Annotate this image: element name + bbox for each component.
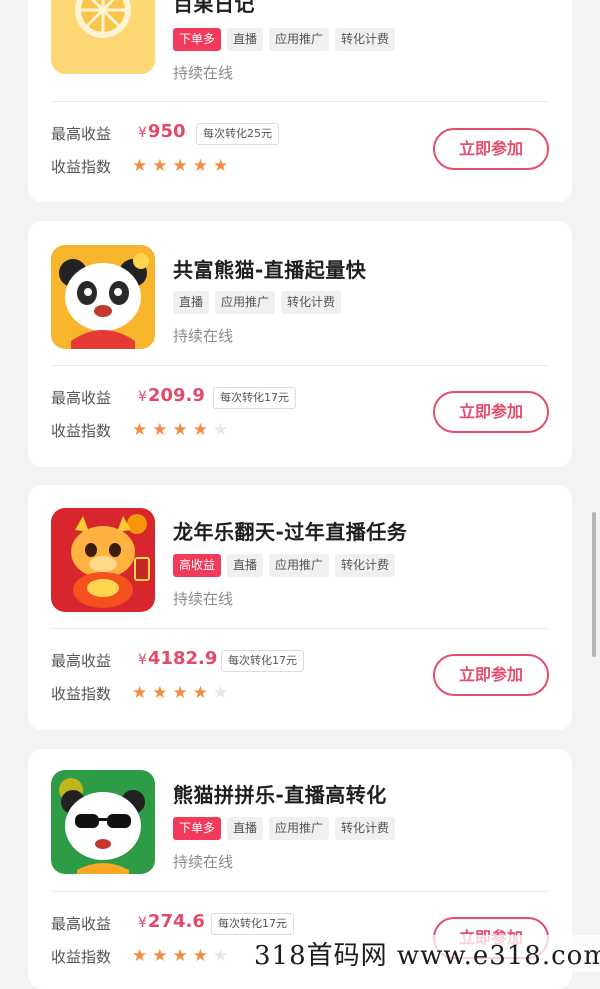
star-filled-icon: ★	[132, 156, 148, 176]
join-button[interactable]: 立即参加	[433, 391, 549, 433]
star-empty-icon: ★	[213, 946, 229, 966]
tag-hot: 高收益	[173, 554, 222, 577]
max-earning-label: 最高收益	[51, 389, 112, 407]
task-card[interactable]: 共富熊猫-直播起量快 直播 应用推广 转化计费 持续在线 最高收益 ¥209.9…	[28, 221, 572, 467]
tag: 应用推广	[269, 817, 330, 840]
max-earning-value: ¥950	[138, 121, 186, 142]
status-text: 持续在线	[173, 64, 234, 82]
task-card[interactable]: 百果日记 下单多 直播 应用推广 转化计费 持续在线 最高收益 ¥950 每次转…	[28, 0, 572, 202]
task-title: 龙年乐翻天-过年直播任务	[173, 520, 408, 544]
panda-sunglasses-icon	[51, 770, 155, 874]
status-text: 持续在线	[173, 590, 234, 608]
tag: 直播	[173, 291, 210, 314]
max-earning-label: 最高收益	[51, 915, 112, 933]
panda-icon	[51, 245, 155, 349]
tag: 直播	[227, 817, 264, 840]
per-conversion-badge: 每次转化25元	[196, 123, 279, 145]
tag: 应用推广	[215, 291, 276, 314]
task-title: 共富熊猫-直播起量快	[173, 258, 367, 282]
earning-index-label: 收益指数	[51, 158, 112, 176]
max-earning-label: 最高收益	[51, 652, 112, 670]
tag: 转化计费	[335, 28, 396, 51]
watermark-text: 318首码网 www.e318.com	[250, 935, 600, 972]
star-filled-icon: ★	[172, 683, 188, 703]
star-filled-icon: ★	[152, 156, 168, 176]
earning-index-label: 收益指数	[51, 948, 112, 966]
star-filled-icon: ★	[132, 683, 148, 703]
star-filled-icon: ★	[192, 420, 208, 440]
earning-index-label: 收益指数	[51, 422, 112, 440]
rating-stars: ★ ★ ★ ★ ★	[132, 948, 228, 965]
tag-hot: 下单多	[173, 817, 222, 840]
star-filled-icon: ★	[172, 946, 188, 966]
tag-hot: 下单多	[173, 28, 222, 51]
tag: 转化计费	[281, 291, 342, 314]
scrollbar[interactable]	[592, 512, 596, 657]
max-earning-label: 最高收益	[51, 125, 112, 143]
divider	[51, 101, 549, 102]
rating-stars: ★ ★ ★ ★ ★	[132, 422, 228, 439]
tag: 转化计费	[335, 554, 396, 577]
divider	[51, 628, 549, 629]
star-empty-icon: ★	[213, 683, 229, 703]
per-conversion-badge: 每次转化17元	[213, 387, 296, 409]
star-filled-icon: ★	[132, 420, 148, 440]
star-filled-icon: ★	[192, 683, 208, 703]
divider	[51, 365, 549, 366]
citrus-icon	[51, 0, 155, 74]
star-filled-icon: ★	[172, 420, 188, 440]
tag-list: 高收益 直播 应用推广 转化计费	[173, 554, 396, 577]
star-filled-icon: ★	[192, 946, 208, 966]
tag-list: 下单多 直播 应用推广 转化计费	[173, 817, 396, 840]
per-conversion-badge: 每次转化17元	[211, 913, 294, 935]
max-earning-value: ¥274.6	[138, 911, 205, 932]
task-title: 熊猫拼拼乐-直播高转化	[173, 783, 387, 807]
tag: 应用推广	[269, 554, 330, 577]
tag: 应用推广	[269, 28, 330, 51]
task-title: 百果日记	[173, 0, 255, 16]
dragon-icon	[51, 508, 155, 612]
divider	[51, 891, 549, 892]
star-filled-icon: ★	[132, 946, 148, 966]
per-conversion-badge: 每次转化17元	[221, 650, 304, 672]
star-filled-icon: ★	[192, 156, 208, 176]
status-text: 持续在线	[173, 327, 234, 345]
tag: 直播	[227, 554, 264, 577]
rating-stars: ★ ★ ★ ★ ★	[132, 158, 228, 175]
tag: 直播	[227, 28, 264, 51]
tag: 转化计费	[335, 817, 396, 840]
tag-list: 直播 应用推广 转化计费	[173, 291, 342, 314]
rating-stars: ★ ★ ★ ★ ★	[132, 685, 228, 702]
join-button[interactable]: 立即参加	[433, 128, 549, 170]
join-button[interactable]: 立即参加	[433, 654, 549, 696]
max-earning-value: ¥209.9	[138, 385, 205, 406]
star-filled-icon: ★	[172, 156, 188, 176]
star-filled-icon: ★	[152, 683, 168, 703]
max-earning-value: ¥4182.9	[138, 648, 218, 669]
star-filled-icon: ★	[213, 156, 229, 176]
star-filled-icon: ★	[152, 946, 168, 966]
star-empty-icon: ★	[213, 420, 229, 440]
task-card[interactable]: 龙年乐翻天-过年直播任务 高收益 直播 应用推广 转化计费 持续在线 最高收益 …	[28, 485, 572, 730]
earning-index-label: 收益指数	[51, 685, 112, 703]
status-text: 持续在线	[173, 853, 234, 871]
star-filled-icon: ★	[152, 420, 168, 440]
tag-list: 下单多 直播 应用推广 转化计费	[173, 28, 396, 51]
